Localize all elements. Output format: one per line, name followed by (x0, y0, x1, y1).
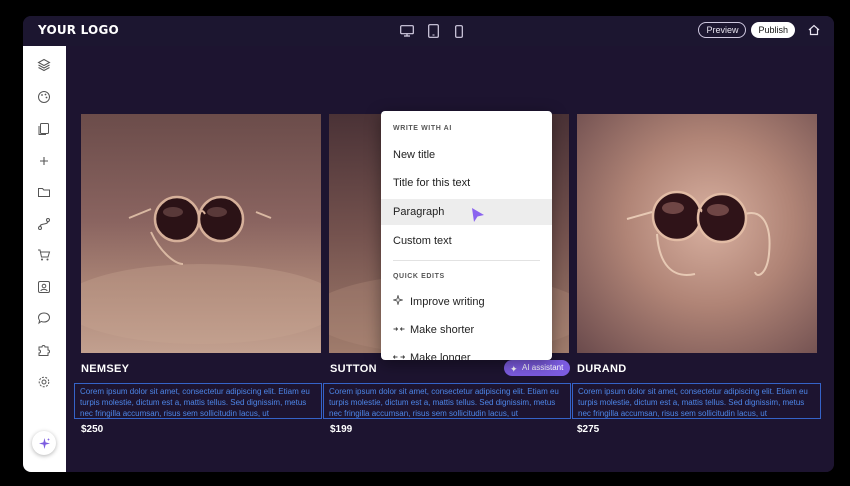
product-image-nemsey[interactable] (81, 114, 321, 353)
menu-item-label: Make shorter (410, 324, 475, 336)
menu-item-custom-text[interactable]: Custom text (381, 228, 552, 254)
menu-item-label: Improve writing (410, 296, 485, 308)
menu-item-new-title[interactable]: New title (381, 142, 552, 168)
cart-icon[interactable] (37, 248, 51, 262)
sparkle-outline-icon (392, 290, 407, 316)
puzzle-icon[interactable] (37, 343, 51, 357)
contact-icon[interactable] (37, 280, 51, 294)
sparkle-icon: ✦ (510, 364, 518, 374)
left-sidebar (23, 46, 66, 472)
menu-item-label: Make longer (410, 352, 471, 360)
sparkle-icon (38, 437, 50, 449)
write-with-ai-menu: WRITE WITH AI New title Title for this t… (381, 111, 552, 360)
menu-item-title-for-text[interactable]: Title for this text (381, 170, 552, 196)
folder-icon[interactable] (37, 185, 51, 199)
layers-icon[interactable] (37, 58, 51, 72)
product-price[interactable]: $199 (330, 424, 352, 435)
product-name[interactable]: DURAND (577, 363, 626, 375)
page-canvas: NEMSEY SUTTON DURAND ✦ AI assistant Core… (66, 46, 834, 472)
desktop-icon[interactable] (399, 23, 415, 39)
ai-assistant-button[interactable] (32, 431, 56, 455)
mobile-icon[interactable] (451, 23, 467, 39)
chat-icon[interactable] (37, 311, 51, 325)
editor-window: YOUR LOGO Preview Publish NEMSEY SUTTON … (23, 16, 834, 472)
product-description[interactable]: Corem ipsum dolor sit amet, consectetur … (572, 383, 821, 419)
device-switcher (399, 23, 467, 39)
home-icon[interactable] (806, 22, 822, 38)
product-description[interactable]: Corem ipsum dolor sit amet, consectetur … (74, 383, 322, 419)
logo[interactable]: YOUR LOGO (38, 23, 119, 37)
shorten-icon (393, 318, 407, 344)
menu-item-make-shorter[interactable]: Make shorter (381, 317, 552, 343)
settings-icon[interactable] (37, 375, 51, 389)
flow-icon[interactable] (37, 217, 51, 231)
menu-item-make-longer[interactable]: Make longer (381, 345, 552, 360)
menu-section-title: WRITE WITH AI (393, 125, 452, 132)
product-price[interactable]: $250 (81, 424, 103, 435)
tablet-icon[interactable] (425, 23, 441, 39)
menu-section-title: QUICK EDITS (393, 273, 445, 280)
ai-assistant-badge[interactable]: ✦ AI assistant (504, 360, 571, 376)
product-description[interactable]: Corem ipsum dolor sit amet, consectetur … (323, 383, 571, 419)
palette-icon[interactable] (37, 90, 51, 104)
lengthen-icon (392, 346, 407, 360)
top-actions: Preview Publish (698, 22, 822, 38)
add-icon[interactable] (37, 154, 51, 168)
product-name[interactable]: NEMSEY (81, 363, 129, 375)
pages-icon[interactable] (37, 122, 51, 136)
product-image-durand[interactable] (577, 114, 817, 353)
ai-assistant-label: AI assistant (522, 363, 564, 372)
mouse-cursor-icon (471, 207, 485, 228)
preview-button[interactable]: Preview (698, 22, 747, 38)
menu-divider (393, 260, 540, 261)
menu-item-paragraph[interactable]: Paragraph (381, 199, 552, 225)
product-name[interactable]: SUTTON (330, 363, 377, 375)
top-bar: YOUR LOGO Preview Publish (23, 16, 834, 46)
product-price[interactable]: $275 (577, 424, 599, 435)
menu-item-improve-writing[interactable]: Improve writing (381, 289, 552, 315)
publish-button[interactable]: Publish (751, 22, 795, 38)
